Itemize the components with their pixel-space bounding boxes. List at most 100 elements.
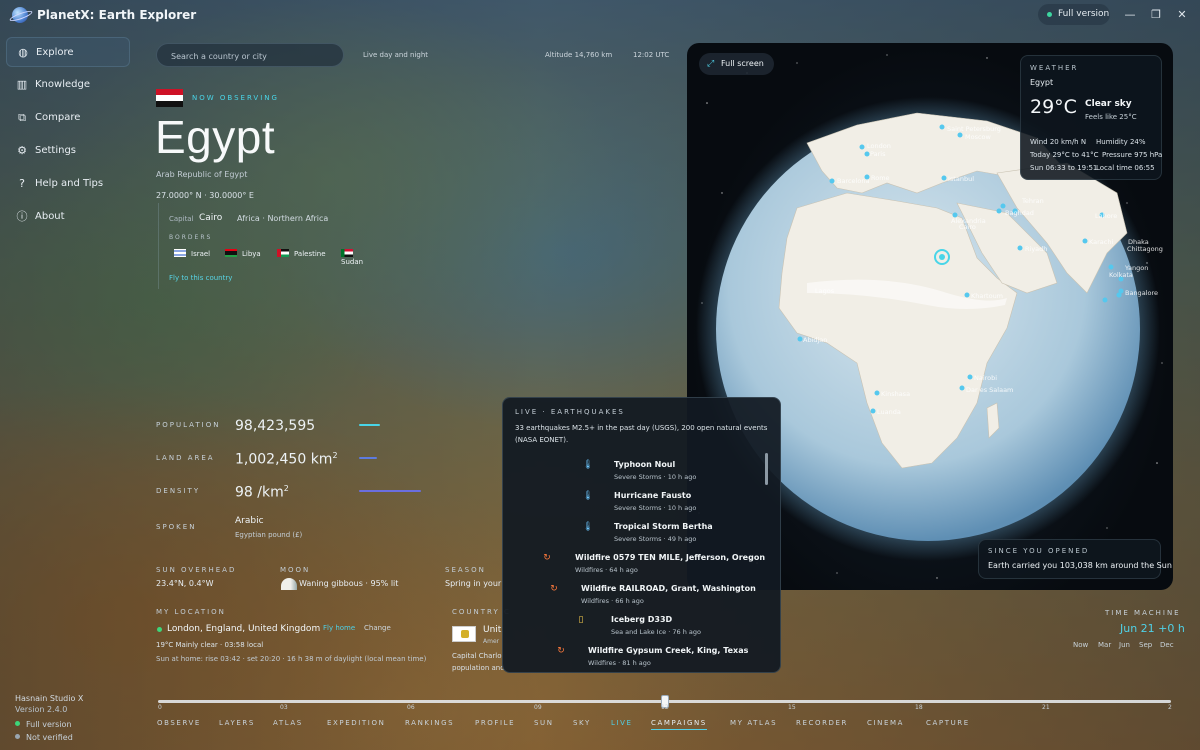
- my-location-sun: Sun at home: rise 03:42 · set 20:20 · 16…: [156, 655, 427, 663]
- event-title: Hurricane Fausto: [614, 491, 692, 500]
- city-label: Karachi: [1089, 238, 1113, 246]
- sidebar-item-knowledge[interactable]: ▥ Knowledge: [6, 70, 130, 100]
- country-official-name: Arab Republic of Egypt: [156, 170, 248, 179]
- info-icon: ⓘ: [16, 210, 28, 223]
- city-label: Lahore: [1095, 212, 1117, 220]
- currency: Egyptian pound (£): [235, 531, 303, 539]
- fly-to-country-link[interactable]: Fly to this country: [169, 274, 232, 282]
- border-country-israel[interactable]: Israel: [174, 249, 210, 258]
- tab-layers[interactable]: LAYERS: [219, 719, 255, 727]
- time-machine-mar[interactable]: Mar: [1098, 641, 1111, 649]
- city-label: Kinshasa: [881, 390, 910, 398]
- planet-logo-icon: [12, 7, 28, 23]
- list-item[interactable]: ↻ Wildfire 0579 TEN MILE, Jefferson, Ore…: [503, 552, 765, 582]
- time-machine-jun[interactable]: Jun: [1119, 641, 1130, 649]
- utc-clock: 12:02 UTC: [633, 51, 670, 59]
- scrollbar[interactable]: [765, 453, 768, 485]
- live-day-night-toggle[interactable]: Live day and night: [363, 51, 428, 59]
- tab-live[interactable]: LIVE: [611, 719, 633, 727]
- tab-my-atlas[interactable]: MY ATLAS: [730, 719, 777, 727]
- population-value: 98,423,595: [235, 418, 316, 434]
- maximize-button[interactable]: ❐: [1146, 6, 1166, 23]
- border-country-label: Libya: [242, 250, 261, 258]
- since-opened-value: Earth carried you 103,038 km around the …: [988, 561, 1172, 570]
- sidebar-item-about[interactable]: ⓘ About: [6, 202, 130, 232]
- list-item[interactable]: 🌡 Tropical Storm Bertha Severe Storms · …: [503, 521, 763, 551]
- expand-icon: ⤢: [707, 59, 715, 69]
- border-country-sudan[interactable]: Sudan: [341, 249, 378, 266]
- since-opened-card: SINCE YOU OPENED Earth carried you 103,0…: [978, 539, 1172, 579]
- tab-campaigns[interactable]: CAMPAIGNS: [651, 719, 707, 730]
- weather-wind: Wind 20 km/h N: [1030, 138, 1087, 146]
- list-item[interactable]: ▯ Iceberg D33D Sea and Lake Ice · 76 h a…: [503, 614, 763, 644]
- time-machine-dec[interactable]: Dec: [1160, 641, 1174, 649]
- event-subtitle: Wildfires · 81 h ago: [588, 659, 651, 667]
- tab-atlas[interactable]: ATLAS: [273, 719, 303, 727]
- sidebar-item-label: Explore: [36, 47, 74, 58]
- latitude: 27.0000° N: [156, 191, 202, 200]
- city-label: Tehran: [1021, 197, 1044, 205]
- tab-profile[interactable]: PROFILE: [475, 719, 515, 727]
- border-country-label: Palestine: [294, 250, 326, 258]
- moon-phase-icon: [281, 578, 297, 590]
- gear-icon: ⚙: [17, 144, 27, 157]
- tab-expedition[interactable]: EXPEDITION: [327, 719, 385, 727]
- tab-cinema[interactable]: CINEMA: [867, 719, 904, 727]
- my-location-weather: 19°C Mainly clear · 03:58 local: [156, 641, 264, 649]
- timeline-tick: 09: [534, 704, 542, 711]
- land-area-number: 1,002,450 km: [235, 451, 333, 468]
- search-input[interactable]: [157, 45, 343, 68]
- season-value: Spring in your: [445, 579, 502, 588]
- event-subtitle: Severe Storms · 10 h ago: [614, 473, 697, 481]
- tab-rankings[interactable]: RANKINGS: [405, 719, 454, 727]
- fly-home-button[interactable]: Fly home: [323, 624, 355, 632]
- density-value: 98 /km2: [235, 484, 289, 501]
- tab-sky[interactable]: SKY: [573, 719, 591, 727]
- list-item[interactable]: ↻ Wildfire Gypsum Creek, King, Texas Wil…: [503, 645, 763, 672]
- moon-value: Waning gibbous · 95% lit: [299, 579, 399, 588]
- minimize-button[interactable]: —: [1120, 6, 1140, 23]
- list-item[interactable]: 🌡 Hurricane Fausto Severe Storms · 10 h …: [503, 490, 763, 520]
- status-dot-icon: [1047, 12, 1052, 17]
- city-label: Moscow: [965, 133, 992, 141]
- search-box[interactable]: [156, 43, 344, 68]
- event-title: Wildfire Gypsum Creek, King, Texas: [588, 646, 749, 655]
- weather-card: WEATHER Egypt 29°C Clear sky Feels like …: [1020, 55, 1162, 180]
- country-coordinates: 27.0000° N · 30.0000° E: [156, 191, 254, 200]
- full-screen-button[interactable]: ⤢ Full screen: [699, 53, 774, 75]
- list-item[interactable]: ↻ Wildfire RAILROAD, Grant, Washington W…: [503, 583, 763, 613]
- border-country-palestine[interactable]: Palestine: [277, 249, 326, 258]
- sidebar-item-settings[interactable]: ⚙ Settings: [6, 136, 130, 166]
- city-label: Nairobi: [974, 374, 997, 382]
- event-subtitle: Sea and Lake Ice · 76 h ago: [611, 628, 701, 636]
- border-country-libya[interactable]: Libya: [225, 249, 261, 258]
- weather-temperature: 29°C: [1030, 96, 1077, 118]
- sidebar-item-compare[interactable]: ⧉ Compare: [6, 103, 130, 133]
- close-button[interactable]: ✕: [1172, 6, 1192, 23]
- tab-recorder[interactable]: RECORDER: [796, 719, 848, 727]
- since-opened-label: SINCE YOU OPENED: [988, 547, 1090, 555]
- borders-label: BORDERS: [169, 234, 213, 241]
- event-title: Iceberg D33D: [611, 615, 673, 624]
- status-dot-icon: [15, 734, 20, 739]
- sidebar-item-help[interactable]: ? Help and Tips: [6, 169, 130, 199]
- list-item[interactable]: 🌡 Typhoon Noul Severe Storms · 10 h ago: [503, 459, 763, 489]
- tab-capture[interactable]: CAPTURE: [926, 719, 970, 727]
- full-version-button[interactable]: Full version: [1038, 4, 1110, 25]
- time-machine-now[interactable]: Now: [1073, 641, 1088, 649]
- sidebar-item-explore[interactable]: ◍ Explore: [6, 37, 130, 67]
- tab-sun[interactable]: SUN: [534, 719, 554, 727]
- country-info-card: Capital Cairo Africa · Northern Africa B…: [158, 203, 378, 289]
- density-label: DENSITY: [156, 487, 201, 495]
- spoken-language: Arabic: [235, 516, 264, 526]
- city-label: Baghdad: [1005, 209, 1034, 217]
- weather-condition: Clear sky: [1085, 99, 1132, 109]
- tab-observe[interactable]: OBSERVE: [157, 719, 201, 727]
- country-card-name: Unit: [483, 625, 502, 635]
- city-label: Khartoum: [971, 292, 1003, 300]
- city-label: Riyadh: [1025, 245, 1047, 253]
- change-location-button[interactable]: Change: [364, 624, 391, 632]
- sidebar-item-label: Compare: [35, 112, 81, 123]
- moon-label: MOON: [280, 566, 311, 574]
- time-machine-sep[interactable]: Sep: [1139, 641, 1152, 649]
